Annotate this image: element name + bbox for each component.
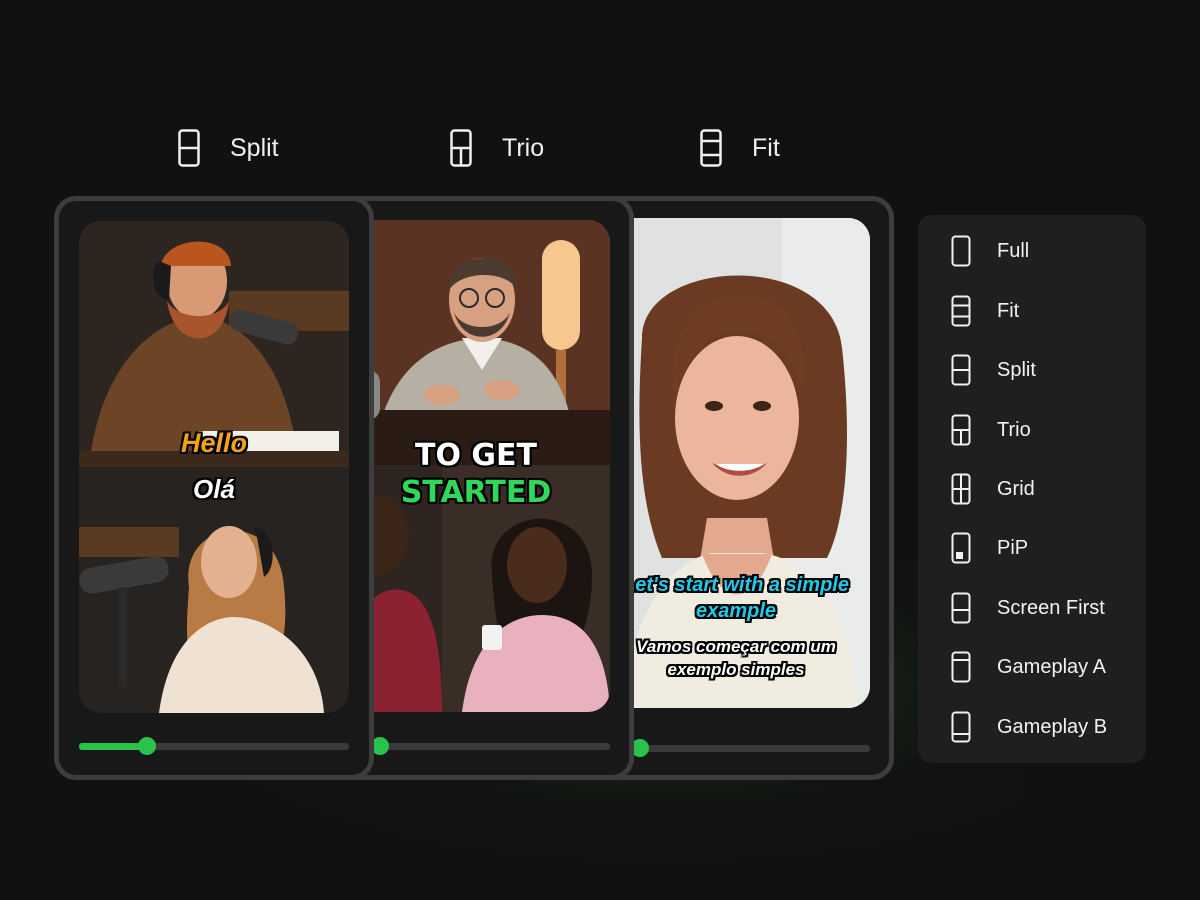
layout-menu: Full Fit Split Trio Grid PiP Screen Firs…: [918, 215, 1146, 763]
fit-caption: Let's start with a simple example: [602, 572, 870, 624]
split-layout-icon: [951, 354, 971, 386]
menu-item-gameplay-b[interactable]: Gameplay B: [918, 702, 1146, 752]
fit-caption-line2: example: [695, 600, 777, 622]
fit-layout-icon: [951, 295, 971, 327]
screen-first-layout-icon: [951, 592, 971, 624]
menu-item-label: Split: [997, 358, 1036, 381]
pip-layout-icon: [951, 532, 971, 564]
menu-item-grid[interactable]: Grid: [918, 464, 1146, 514]
layout-label-fit[interactable]: Fit: [700, 128, 780, 168]
gameplay-a-layout-icon: [951, 651, 971, 683]
fit-layout-icon: [700, 129, 722, 167]
fit-translation-line1: Vamos começar com um: [636, 637, 836, 656]
menu-item-screen-first[interactable]: Screen First: [918, 583, 1146, 633]
trio-layout-icon: [951, 414, 971, 446]
menu-item-label: Grid: [997, 477, 1035, 500]
menu-item-fit[interactable]: Fit: [918, 286, 1146, 336]
fit-translation-line2: exemplo simples: [667, 660, 805, 679]
menu-item-pip[interactable]: PiP: [918, 523, 1146, 573]
fit-translation: Vamos começar com um exemplo simples: [602, 635, 870, 681]
split-video-frame: [79, 221, 349, 713]
menu-item-label: Full: [997, 239, 1030, 262]
menu-item-label: PiP: [997, 536, 1029, 559]
menu-item-label: Gameplay B: [997, 715, 1108, 738]
trio-caption-line2: STARTED: [400, 475, 552, 510]
fit-seek-bar[interactable]: [602, 739, 870, 757]
grid-layout-icon: [951, 473, 971, 505]
layout-label-text: Fit: [752, 133, 780, 162]
full-layout-icon: [951, 235, 971, 267]
trio-caption-line1-box: TO GET: [342, 439, 610, 473]
menu-item-label: Screen First: [997, 596, 1105, 619]
menu-item-label: Gameplay A: [997, 655, 1106, 678]
menu-item-full[interactable]: Full: [918, 226, 1146, 276]
gameplay-b-layout-icon: [951, 711, 971, 743]
trio-caption-line2-box: STARTED: [342, 476, 610, 510]
trio-top-pane: [342, 220, 610, 465]
layout-label-text: Split: [230, 133, 279, 162]
split-seek-fill: [79, 743, 147, 750]
menu-item-label: Fit: [997, 299, 1020, 322]
split-caption-secondary: Olá: [193, 474, 235, 504]
trio-layout-icon: [450, 129, 472, 167]
split-preview-card[interactable]: Hello Olá: [54, 196, 374, 780]
fit-caption-line1: Let's start with a simple: [623, 574, 849, 596]
layout-label-trio[interactable]: Trio: [450, 128, 544, 168]
layout-label-text: Trio: [502, 133, 545, 162]
menu-item-split[interactable]: Split: [918, 345, 1146, 395]
split-seek-bar[interactable]: [79, 737, 349, 755]
man-glasses-image: [342, 220, 610, 465]
layout-label-split[interactable]: Split: [178, 128, 279, 168]
menu-item-gameplay-a[interactable]: Gameplay A: [918, 642, 1146, 692]
split-layout-icon: [178, 129, 200, 167]
menu-item-trio[interactable]: Trio: [918, 405, 1146, 455]
split-seek-knob[interactable]: [138, 737, 156, 755]
trio-caption-line1: TO GET: [415, 438, 537, 473]
trio-seek-bar[interactable]: [342, 737, 610, 755]
split-caption-primary: Hello: [180, 428, 247, 458]
menu-item-label: Trio: [997, 418, 1031, 441]
